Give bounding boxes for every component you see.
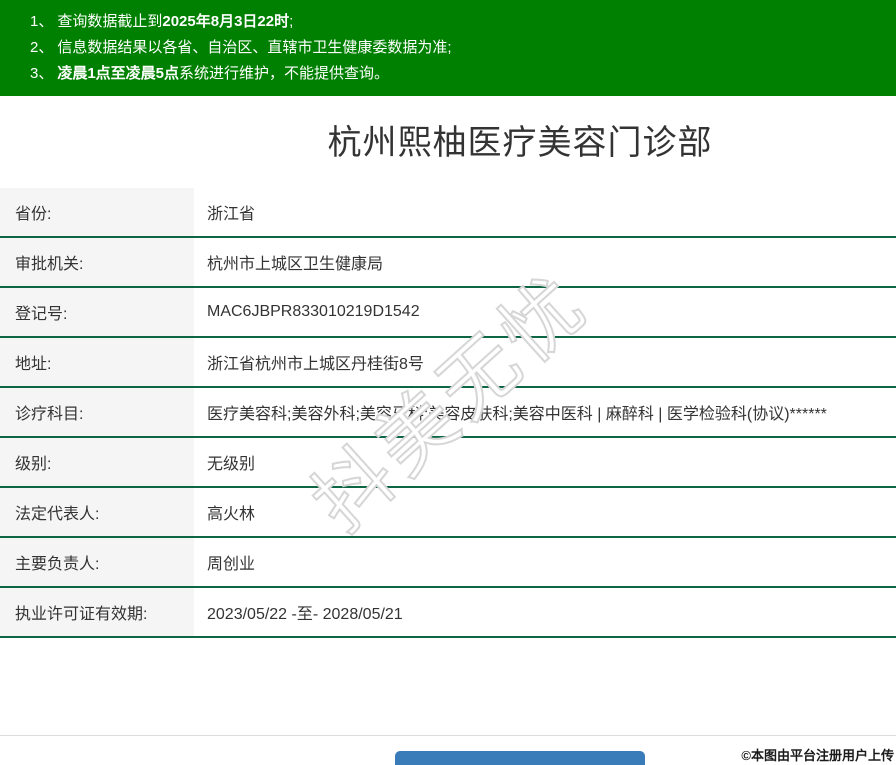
notice-text: 信息数据结果以各省、自治区、直辖市卫生健康委数据为准; xyxy=(57,39,452,56)
notice-line-1: 1、 查询数据截止到2025年8月3日22时; xyxy=(0,9,896,35)
row-value: 无级别 xyxy=(194,438,896,488)
row-value: 浙江省杭州市上城区丹桂街8号 xyxy=(194,338,896,388)
notice-number: 2、 xyxy=(30,39,54,56)
row-value: 2023/05/22 -至- 2028/05/21 xyxy=(194,588,896,638)
page-content: 1、 查询数据截止到2025年8月3日22时; 2、 信息数据结果以各省、自治区、直… xyxy=(0,0,896,765)
notice-line-3: 3、 凌晨1点至凌晨5点系统进行维护，不能提供查询。 xyxy=(0,61,896,87)
row-label: 级别: xyxy=(0,438,194,488)
notice-text-bold: 凌晨1点至凌晨5点 xyxy=(57,65,180,82)
table-row-treatment-subjects: 诊疗科目: 医疗美容科;美容外科;美容牙科;美容皮肤科;美容中医科 | 麻醉科 … xyxy=(0,388,896,438)
table-row-registration-number: 登记号: MAC6JBPR833010219D1542 xyxy=(0,288,896,338)
row-label: 地址: xyxy=(0,338,194,388)
notice-text-bold: 2025年8月3日22时 xyxy=(162,13,290,30)
table-row-license-validity: 执业许可证有效期: 2023/05/22 -至- 2028/05/21 xyxy=(0,588,896,638)
row-value: 周创业 xyxy=(194,538,896,588)
table-row-main-person-in-charge: 主要负责人: 周创业 xyxy=(0,538,896,588)
row-label: 诊疗科目: xyxy=(0,388,194,438)
table-row-address: 地址: 浙江省杭州市上城区丹桂街8号 xyxy=(0,338,896,388)
table-row-legal-representative: 法定代表人: 高火林 xyxy=(0,488,896,538)
notice-line-2: 2、 信息数据结果以各省、自治区、直辖市卫生健康委数据为准; xyxy=(0,35,896,61)
row-value: 浙江省 xyxy=(194,188,896,238)
notice-number: 3、 xyxy=(30,65,54,82)
notice-text: 查询数据截止到 xyxy=(57,13,163,30)
close-window-button[interactable]: 〖关闭窗口〗 xyxy=(395,751,645,765)
row-label: 执业许可证有效期: xyxy=(0,588,194,638)
row-value: 杭州市上城区卫生健康局 xyxy=(194,238,896,288)
row-value: MAC6JBPR833010219D1542 xyxy=(194,288,896,338)
row-label: 省份: xyxy=(0,188,194,238)
table-row-level: 级别: 无级别 xyxy=(0,438,896,488)
row-value: 高火林 xyxy=(194,488,896,538)
institution-info-table: 省份: 浙江省 审批机关: 杭州市上城区卫生健康局 登记号: MAC6JBPR8… xyxy=(0,188,896,638)
table-row-approval-authority: 审批机关: 杭州市上城区卫生健康局 xyxy=(0,238,896,288)
notice-text: 系统进行维护，不能提供查询。 xyxy=(179,65,390,82)
notice-number: 1、 xyxy=(30,13,54,30)
footer-divider xyxy=(0,735,896,736)
row-label: 审批机关: xyxy=(0,238,194,288)
row-label: 法定代表人: xyxy=(0,488,194,538)
query-result-page: 1、 查询数据截止到2025年8月3日22时; 2、 信息数据结果以各省、自治区、直… xyxy=(0,0,896,765)
page-title: 杭州熙柚医疗美容门诊部 xyxy=(327,124,713,162)
row-value: 医疗美容科;美容外科;美容牙科;美容皮肤科;美容中医科 | 麻醉科 | 医学检验… xyxy=(194,388,896,438)
table-row-province: 省份: 浙江省 xyxy=(0,188,896,238)
row-label: 主要负责人: xyxy=(0,538,194,588)
row-label: 登记号: xyxy=(0,288,194,338)
notice-banner: 1、 查询数据截止到2025年8月3日22时; 2、 信息数据结果以各省、自治区、直… xyxy=(0,0,896,96)
notice-text: ; xyxy=(289,13,294,30)
platform-attribution: ©本图由平台注册用户上传 xyxy=(741,748,894,763)
